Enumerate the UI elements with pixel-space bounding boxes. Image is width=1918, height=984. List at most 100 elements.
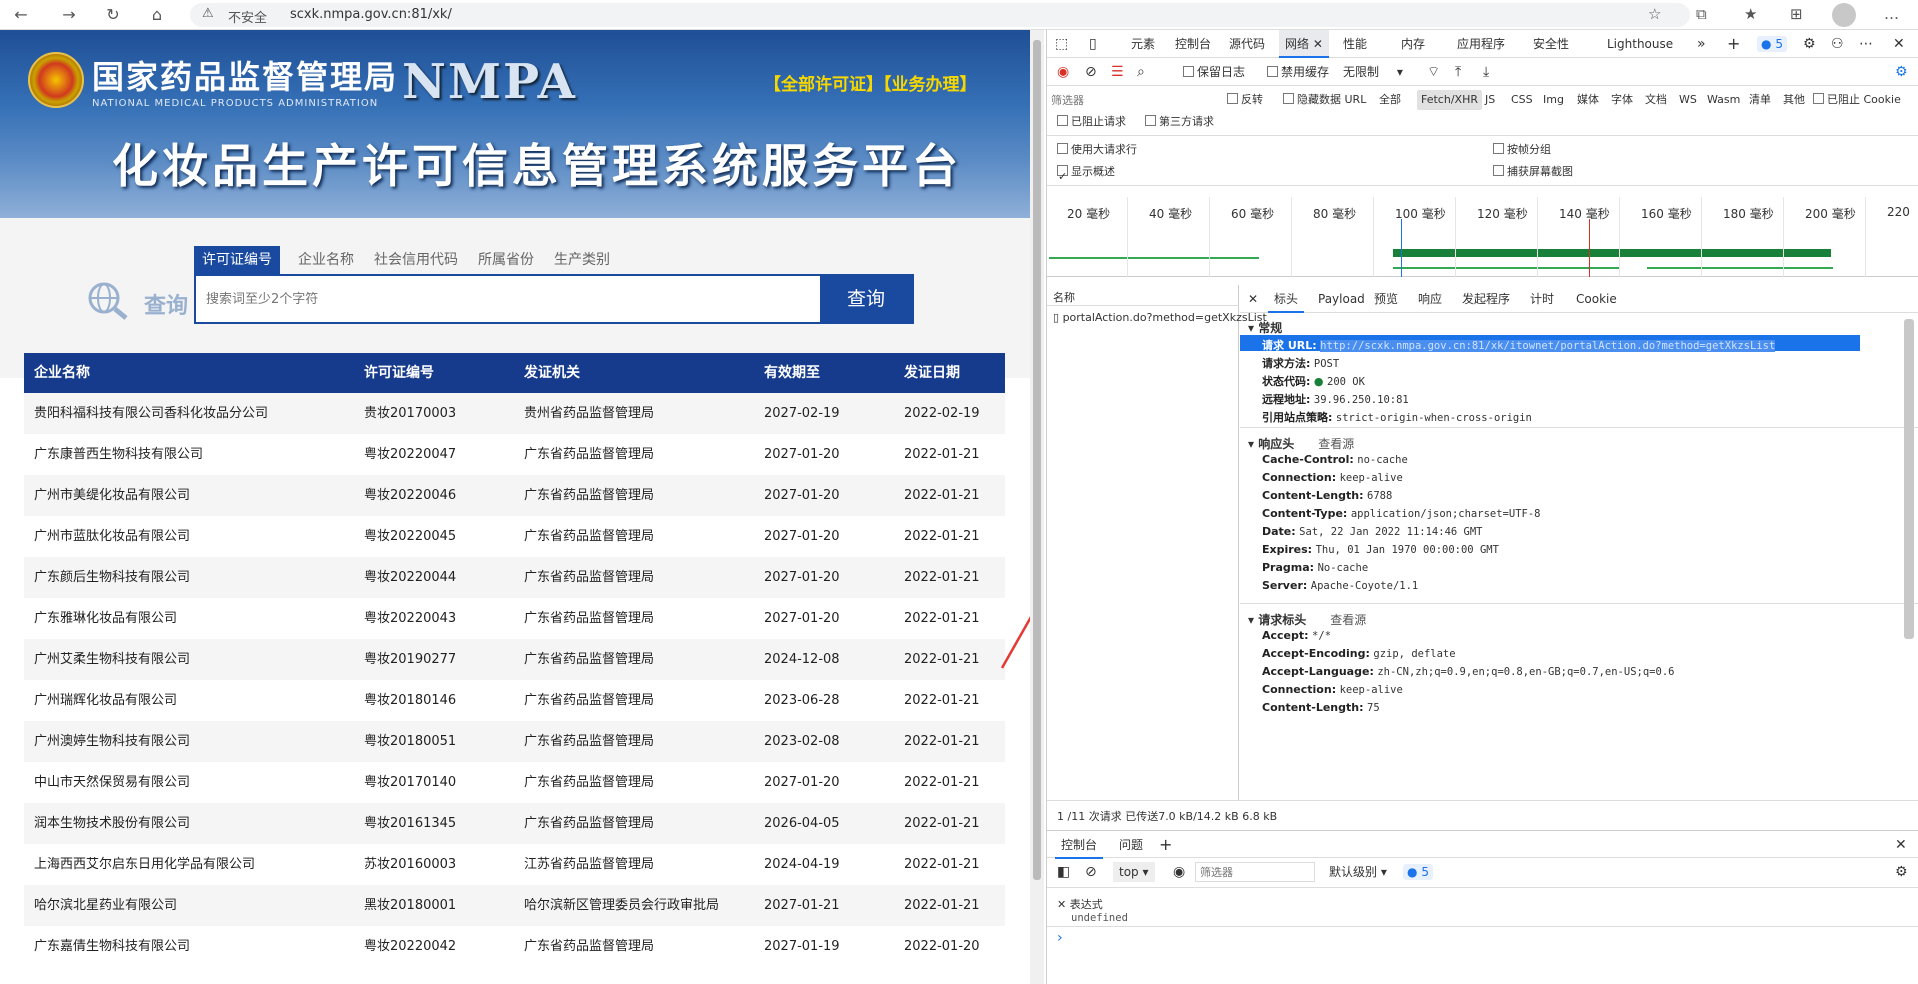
type-js[interactable]: JS xyxy=(1485,86,1495,114)
hide-data-urls-checkbox[interactable]: 隐藏数据 URL xyxy=(1283,86,1366,114)
table-row[interactable]: 哈尔滨北星药业有限公司 黑妆20180001 哈尔滨新区管理委员会行政审批局 2027… xyxy=(24,885,1005,926)
star-icon[interactable]: ☆ xyxy=(1648,5,1661,23)
search-tab-category[interactable]: 生产类别 xyxy=(546,246,618,274)
more-icon[interactable]: ⋯ xyxy=(1859,30,1873,58)
table-row[interactable]: 润本生物技术股份有限公司 粤妆20161345 广东省药品监督管理局 2026-04-… xyxy=(24,803,1005,844)
capture-screenshots-checkbox[interactable]: 捕获屏幕截图 xyxy=(1493,158,1573,186)
detail-tab-response[interactable]: 响应 xyxy=(1418,285,1442,313)
sidebar-toggle-icon[interactable]: ◧ xyxy=(1057,858,1070,886)
add-tab-icon[interactable]: + xyxy=(1159,831,1172,859)
back-icon[interactable]: ← xyxy=(10,4,32,26)
table-row[interactable]: 广州瑞辉化妆品有限公司 粤妆20180146 广东省药品监督管理局 2023-06-2… xyxy=(24,680,1005,721)
close-icon[interactable]: ✕ xyxy=(1313,37,1323,51)
table-row[interactable]: 中山市天然保贸易有限公司 粤妆20170140 广东省药品监督管理局 2027-01-… xyxy=(24,762,1005,803)
table-row[interactable]: 广州市蓝肽化妆品有限公司 粤妆20220045 广东省药品监督管理局 2027-01-… xyxy=(24,516,1005,557)
home-icon[interactable]: ⌂ xyxy=(146,4,168,26)
live-expression[interactable]: ✕ 表达式 xyxy=(1057,896,1103,912)
table-row[interactable]: 广东嘉倩生物科技有限公司 粤妆20220042 广东省药品监督管理局 2027-01-… xyxy=(24,926,1005,967)
drawer-tab-issues[interactable]: 问题 xyxy=(1119,831,1143,859)
insecure-label[interactable]: 不安全 xyxy=(228,7,267,26)
tab-sources[interactable]: 源代码 xyxy=(1229,30,1265,58)
request-row[interactable]: ▯ portalAction.do?method=getXkzsList xyxy=(1053,311,1267,324)
detail-scrollbar[interactable] xyxy=(1904,319,1914,639)
cell-company[interactable]: 润本生物技术股份有限公司 xyxy=(34,803,190,844)
cell-company[interactable]: 中山市天然保贸易有限公司 xyxy=(34,762,190,803)
context-select[interactable]: top ▾ xyxy=(1113,862,1155,882)
warning-icon[interactable]: ⚠ xyxy=(202,6,214,21)
issues-badge[interactable]: ● 5 xyxy=(1757,30,1787,58)
name-column-header[interactable]: 名称 xyxy=(1053,289,1075,305)
cell-company[interactable]: 广东颜后生物科技有限公司 xyxy=(34,557,190,598)
tab-network[interactable]: 网络 ✕ xyxy=(1279,30,1329,58)
more-icon[interactable]: … xyxy=(1884,5,1899,23)
preserve-log-checkbox[interactable]: 保留日志 xyxy=(1183,58,1245,86)
table-row[interactable]: 广州澳婷生物科技有限公司 粤妆20180051 广东省药品监督管理局 2023-02-… xyxy=(24,721,1005,762)
request-url-row[interactable]: 请求 URL: http://scxk.nmpa.gov.cn:81/xk/it… xyxy=(1262,337,1776,353)
network-settings-icon[interactable]: ⚙ xyxy=(1895,58,1908,86)
search-input[interactable] xyxy=(196,276,820,322)
detail-tab-cookie[interactable]: Cookie xyxy=(1576,285,1617,313)
table-row[interactable]: 上海西西艾尔启东日用化学品有限公司 苏妆20160003 江苏省药品监督管理局 202… xyxy=(24,844,1005,885)
response-view-source-link[interactable]: 查看源 xyxy=(1318,437,1354,451)
search-icon[interactable]: ⌕ xyxy=(1137,58,1145,86)
tab-application[interactable]: 应用程序 xyxy=(1457,30,1505,58)
eye-icon[interactable]: ◉ xyxy=(1173,858,1185,886)
cell-company[interactable]: 广州市蓝肽化妆品有限公司 xyxy=(34,516,190,557)
cell-company[interactable]: 上海西西艾尔启东日用化学品有限公司 xyxy=(34,844,255,885)
type-all[interactable]: 全部 xyxy=(1379,86,1401,114)
detail-tab-payload[interactable]: Payload xyxy=(1318,285,1365,313)
request-view-source-link[interactable]: 查看源 xyxy=(1330,613,1366,627)
tab-console[interactable]: 控制台 xyxy=(1175,30,1211,58)
cell-company[interactable]: 广东嘉倩生物科技有限公司 xyxy=(34,926,190,967)
cell-company[interactable]: 广州瑞辉化妆品有限公司 xyxy=(34,680,177,721)
close-drawer-icon[interactable]: ✕ xyxy=(1895,831,1907,859)
close-devtools-icon[interactable]: ✕ xyxy=(1893,30,1905,58)
search-button[interactable]: 查询 xyxy=(820,276,912,322)
third-party-checkbox[interactable]: 第三方请求 xyxy=(1145,108,1214,136)
cell-company[interactable]: 广东康普西生物科技有限公司 xyxy=(34,434,203,475)
favorites-icon[interactable]: ★ xyxy=(1744,5,1757,23)
throttle-select[interactable]: 无限制 ▾ xyxy=(1343,58,1403,86)
inspect-icon[interactable]: ⬚ xyxy=(1055,30,1068,58)
table-row[interactable]: 广州艾柔生物科技有限公司 粤妆20190277 广东省药品监督管理局 2024-12-… xyxy=(24,639,1005,680)
tab-security[interactable]: 安全性 xyxy=(1533,30,1569,58)
more-tabs-icon[interactable]: » xyxy=(1697,30,1706,58)
cell-company[interactable]: 哈尔滨北星药业有限公司 xyxy=(34,885,177,926)
search-tab-company[interactable]: 企业名称 xyxy=(290,246,362,274)
type-font[interactable]: 字体 xyxy=(1611,86,1633,114)
table-row[interactable]: 贵阳科福科技有限公司香科化妆品分公司 贵妆20170003 贵州省药品监督管理局 20… xyxy=(24,393,1005,434)
log-level-select[interactable]: 默认级别 ▾ xyxy=(1329,858,1387,886)
search-tab-province[interactable]: 所属省份 xyxy=(470,246,542,274)
url-text[interactable]: scxk.nmpa.gov.cn:81/xk/ xyxy=(290,7,452,22)
cell-company[interactable]: 广州市美缇化妆品有限公司 xyxy=(34,475,190,516)
console-issues-badge[interactable]: ● 5 xyxy=(1403,858,1433,886)
invert-checkbox[interactable]: 反转 xyxy=(1227,86,1263,114)
feedback-icon[interactable]: ⚇ xyxy=(1831,30,1844,58)
download-icon[interactable]: ⤓ xyxy=(1483,58,1489,86)
reload-icon[interactable]: ↻ xyxy=(102,4,124,26)
console-filter-input[interactable] xyxy=(1195,862,1315,882)
response-headers-section-header[interactable]: ▾ 响应头 查看源 xyxy=(1248,435,1354,452)
type-css[interactable]: CSS xyxy=(1511,86,1533,114)
top-links[interactable]: 【全部许可证】【业务办理】 xyxy=(764,70,977,95)
page-scrollbar-thumb[interactable] xyxy=(1033,40,1041,880)
type-other[interactable]: 其他 xyxy=(1783,86,1805,114)
cell-company[interactable]: 广州澳婷生物科技有限公司 xyxy=(34,721,190,762)
search-tab-credit-code[interactable]: 社会信用代码 xyxy=(366,246,466,274)
table-row[interactable]: 广东康普西生物科技有限公司 粤妆20220047 广东省药品监督管理局 2027-01… xyxy=(24,434,1005,475)
network-overview-timeline[interactable]: 20 毫秒 40 毫秒 60 毫秒 80 毫秒 100 毫秒 120 毫秒 140 毫秒 16… xyxy=(1047,197,1918,277)
type-fetch-xhr[interactable]: Fetch/XHR xyxy=(1417,90,1482,110)
upload-icon[interactable]: ⤒ xyxy=(1455,58,1461,86)
avatar[interactable] xyxy=(1832,3,1856,27)
settings-icon[interactable]: ⚙ xyxy=(1803,30,1816,58)
tab-memory[interactable]: 内存 xyxy=(1401,30,1425,58)
detail-tab-initiator[interactable]: 发起程序 xyxy=(1462,285,1510,313)
detail-tab-timing[interactable]: 计时 xyxy=(1530,285,1554,313)
record-icon[interactable]: ◉ xyxy=(1057,58,1069,86)
blocked-requests-checkbox[interactable]: 已阻止请求 xyxy=(1057,108,1126,136)
console-settings-icon[interactable]: ⚙ xyxy=(1895,858,1908,886)
table-row[interactable]: 广州市美缇化妆品有限公司 粤妆20220046 广东省药品监督管理局 2027-01-… xyxy=(24,475,1005,516)
forward-icon[interactable]: → xyxy=(58,4,80,26)
tab-performance[interactable]: 性能 xyxy=(1343,30,1367,58)
collections-icon[interactable]: ⊞ xyxy=(1790,5,1803,23)
